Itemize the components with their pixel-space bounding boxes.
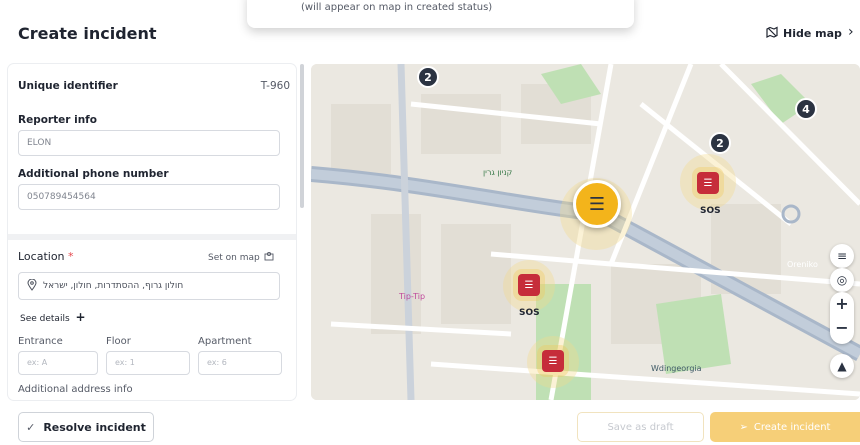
compass-icon[interactable]: ▲ [830,354,854,378]
location-input[interactable]: חולון גרוף, ההסתדרות, חולון, ישראל [18,272,280,300]
map-icon [766,26,778,41]
create-incident-page: Create incident Hide map › (will appear … [0,0,860,445]
info-toast: (will appear on map in created status) [247,0,634,28]
zoom-out-button[interactable]: − [830,316,854,340]
send-icon: ➢ [739,421,748,433]
new-incident-marker[interactable]: ☰ [573,180,621,228]
floor-label: Floor [106,336,131,347]
map-view[interactable]: 2 2 4 ☰ SOS ☰ SOS ☰ ☰ Tip-Tip Oreniko Wd… [311,64,860,400]
location-label: Location [18,250,65,263]
create-label: Create incident [753,421,831,433]
location-pin-icon [27,278,37,294]
sos-label: SOS [519,308,540,318]
set-on-map-label: Set on map [208,252,260,263]
reporter-input[interactable]: ELON [18,130,280,156]
footer: ✓ Resolve incident Save as draft ➢ Creat… [0,403,860,445]
locate-icon[interactable]: ◎ [830,268,854,292]
incident-marker[interactable]: ☰ [697,172,719,194]
unique-identifier-row: Unique identifier T-960 [18,80,290,92]
see-details-label: See details [20,314,70,324]
hide-map-button[interactable]: Hide map [766,26,842,41]
plus-icon: + [75,310,86,324]
set-on-map-button[interactable]: Set on map [208,251,274,264]
resolve-label: Resolve incident [43,420,146,434]
place-label: קניון גרין [483,168,513,177]
map-cluster[interactable]: 2 [417,66,439,88]
phone-label: Additional phone number [18,168,169,180]
apartment-input[interactable]: ex: 6 [198,351,282,375]
entrance-label: Entrance [18,336,63,347]
section-divider [8,234,296,240]
map-pin-icon [264,251,274,264]
see-details-button[interactable]: See details + [20,310,86,324]
map-cluster[interactable]: 2 [709,132,731,154]
reporter-label: Reporter info [18,114,97,126]
zoom-control: + − [830,292,854,344]
unique-identifier-value: T-960 [260,80,290,92]
location-value: חולון גרוף, ההסתדרות, חולון, ישראל [43,281,184,291]
unique-identifier-label: Unique identifier [18,80,118,92]
place-label: Wdingeorgia [651,364,702,373]
chevron-right-icon[interactable]: › [848,24,854,40]
apartment-label: Apartment [198,336,252,347]
toast-text: (will appear on map in created status) [301,2,493,13]
incident-marker[interactable]: ☰ [542,350,564,372]
additional-address-label: Additional address info [18,384,133,395]
page-title: Create incident [18,24,157,43]
form-scrollbar[interactable] [300,64,304,208]
zoom-in-button[interactable]: + [830,292,854,316]
place-label: Tip-Tip [399,292,426,301]
floor-input[interactable]: ex: 1 [106,351,190,375]
create-incident-button[interactable]: ➢ Create incident [710,412,860,442]
location-label-row: Location * [18,250,74,263]
incident-form: Unique identifier T-960 Reporter info EL… [8,64,296,400]
hide-map-label: Hide map [783,27,842,40]
resolve-incident-button[interactable]: ✓ Resolve incident [18,412,154,442]
sos-label: SOS [700,206,721,216]
map-cluster[interactable]: 4 [795,98,817,120]
incident-marker[interactable]: ☰ [518,274,540,296]
entrance-input[interactable]: ex: A [18,351,98,375]
phone-input[interactable]: 050789454564 [18,184,280,210]
save-draft-button[interactable]: Save as draft [577,412,704,442]
required-marker: * [68,250,74,263]
map-streets [311,64,860,400]
check-icon: ✓ [26,420,36,434]
layers-icon[interactable]: ≡ [830,244,854,268]
place-label: Oreniko [787,260,818,269]
